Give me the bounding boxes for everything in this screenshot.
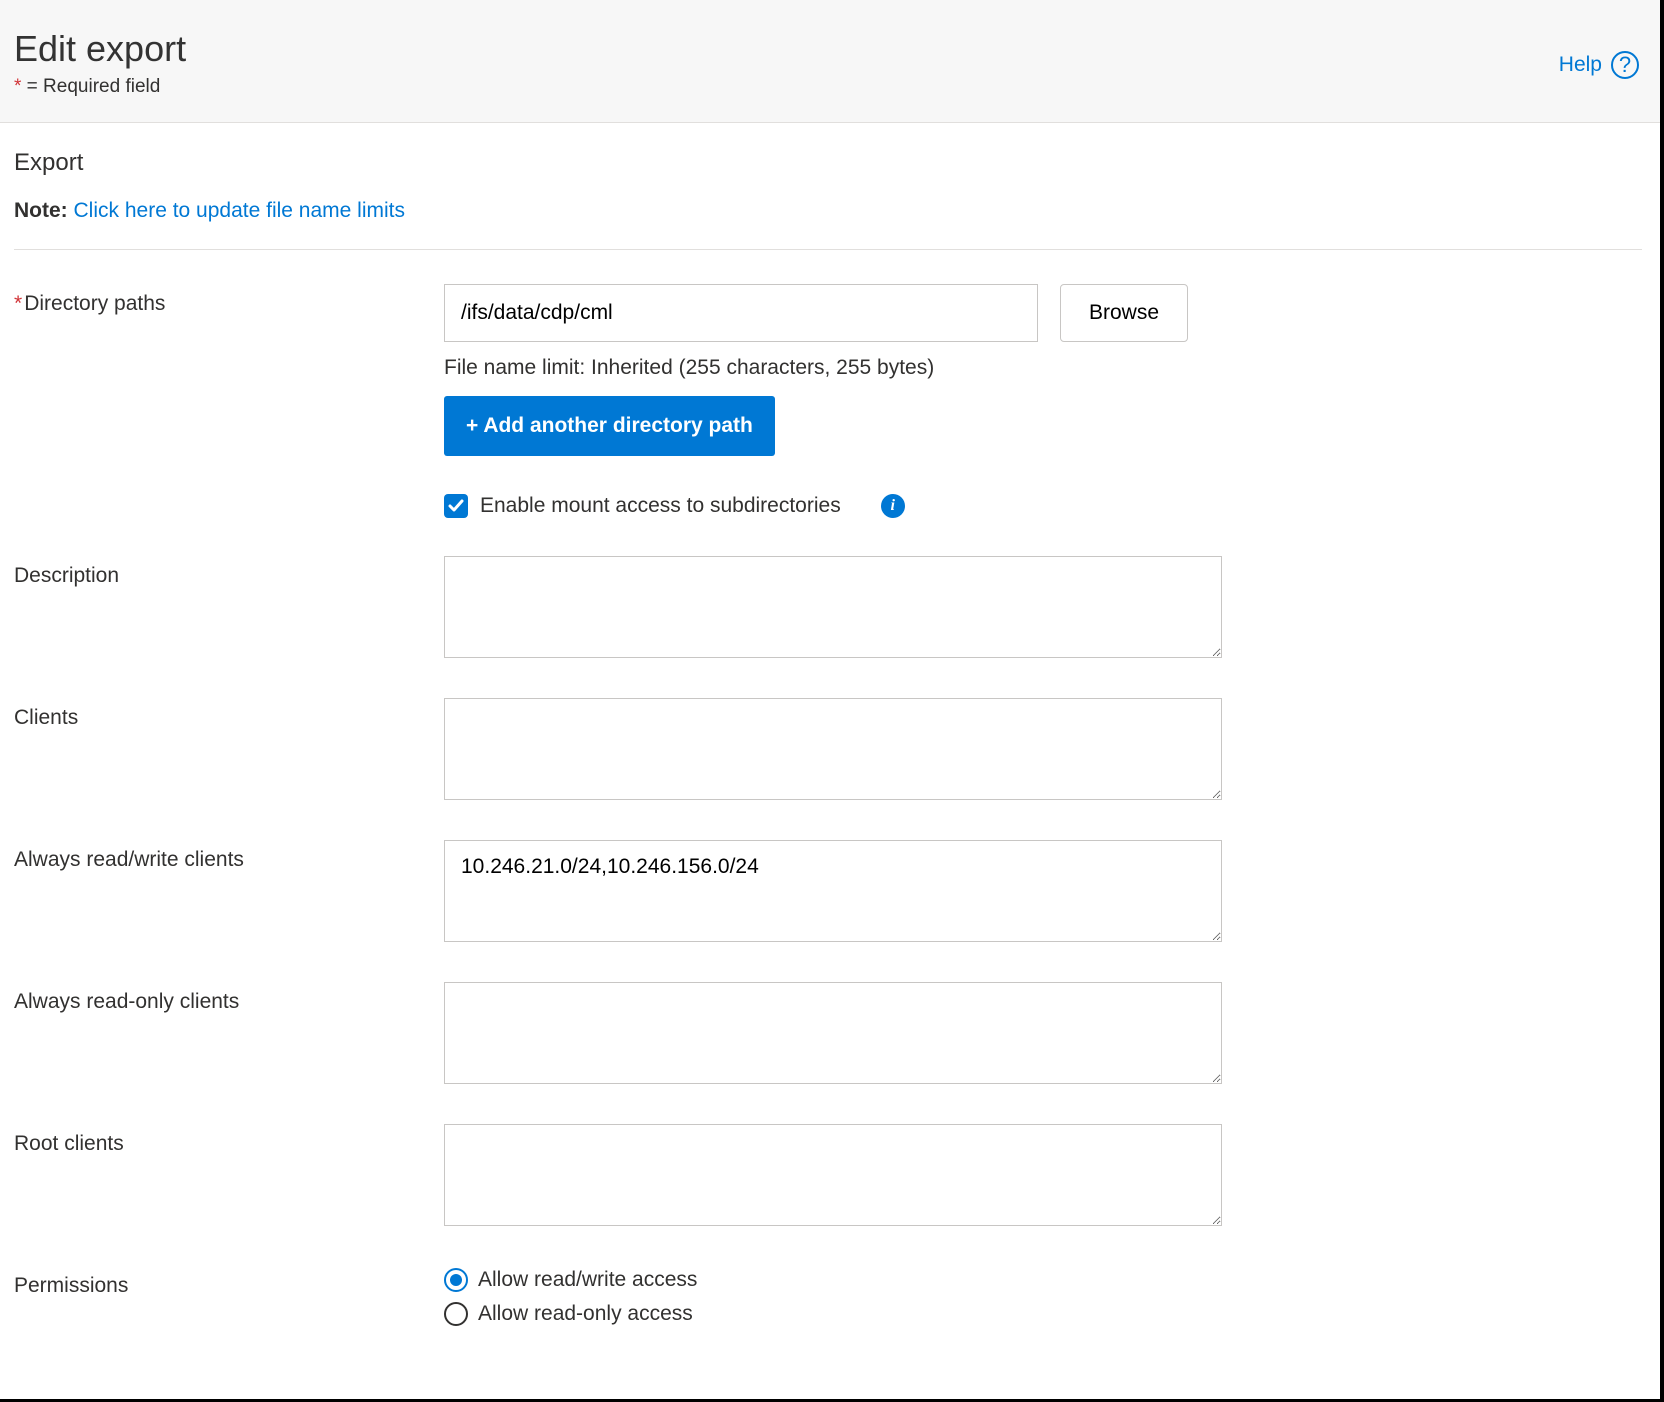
- note-row: Note: Click here to update file name lim…: [14, 199, 1642, 223]
- page-header: Edit export * = Required field Help ?: [0, 0, 1660, 123]
- permissions-option-ro[interactable]: Allow read-only access: [444, 1302, 697, 1326]
- radio-icon: [444, 1268, 468, 1292]
- content: Export Note: Click here to update file n…: [0, 123, 1660, 1356]
- help-label: Help: [1559, 53, 1602, 77]
- permissions-option-rw-label: Allow read/write access: [478, 1268, 697, 1292]
- required-text: = Required field: [21, 76, 160, 97]
- permissions-option-ro-label: Allow read-only access: [478, 1302, 693, 1326]
- form: *Directory paths Browse File name limit:…: [14, 250, 1642, 1326]
- info-icon[interactable]: i: [881, 494, 905, 518]
- browse-button[interactable]: Browse: [1060, 284, 1188, 342]
- directory-paths-control: Browse File name limit: Inherited (255 c…: [444, 284, 1188, 518]
- mount-access-row: Enable mount access to subdirectories i: [444, 494, 1188, 518]
- root-clients-textarea[interactable]: [444, 1124, 1222, 1226]
- ro-clients-label: Always read-only clients: [14, 982, 444, 1014]
- clients-textarea[interactable]: [444, 698, 1222, 800]
- edit-export-page: Edit export * = Required field Help ? Ex…: [0, 0, 1664, 1402]
- directory-paths-row: *Directory paths Browse File name limit:…: [14, 284, 1642, 518]
- mount-access-checkbox[interactable]: [444, 494, 468, 518]
- check-icon: [448, 498, 464, 514]
- note-prefix: Note:: [14, 199, 68, 222]
- required-field-note: * = Required field: [14, 76, 1648, 98]
- permissions-label: Permissions: [14, 1266, 444, 1298]
- path-row: Browse: [444, 284, 1188, 342]
- section-title: Export: [14, 149, 1642, 177]
- directory-paths-label-text: Directory paths: [24, 292, 165, 315]
- directory-paths-label: *Directory paths: [14, 284, 444, 316]
- root-clients-label: Root clients: [14, 1124, 444, 1156]
- clients-row: Clients: [14, 698, 1642, 806]
- svg-text:?: ?: [1619, 52, 1631, 77]
- directory-path-input[interactable]: [444, 284, 1038, 342]
- rw-clients-label: Always read/write clients: [14, 840, 444, 872]
- clients-label: Clients: [14, 698, 444, 730]
- permissions-option-rw[interactable]: Allow read/write access: [444, 1268, 697, 1292]
- radio-icon: [444, 1302, 468, 1326]
- required-asterisk: *: [14, 292, 22, 315]
- ro-clients-textarea[interactable]: [444, 982, 1222, 1084]
- description-label: Description: [14, 556, 444, 588]
- permissions-radio-group: Allow read/write access Allow read-only …: [444, 1266, 697, 1326]
- ro-clients-row: Always read-only clients: [14, 982, 1642, 1090]
- permissions-row: Permissions Allow read/write access Allo…: [14, 1266, 1642, 1326]
- mount-access-label: Enable mount access to subdirectories: [480, 494, 841, 518]
- file-name-limit-text: File name limit: Inherited (255 characte…: [444, 356, 1188, 380]
- page-title: Edit export: [14, 28, 1648, 70]
- root-clients-row: Root clients: [14, 1124, 1642, 1232]
- rw-clients-row: Always read/write clients 10.246.21.0/24…: [14, 840, 1642, 948]
- help-icon: ?: [1610, 50, 1640, 80]
- description-textarea[interactable]: [444, 556, 1222, 658]
- description-row: Description: [14, 556, 1642, 664]
- help-link[interactable]: Help ?: [1559, 50, 1640, 80]
- rw-clients-textarea[interactable]: 10.246.21.0/24,10.246.156.0/24: [444, 840, 1222, 942]
- file-name-limits-link[interactable]: Click here to update file name limits: [74, 199, 405, 222]
- add-directory-path-button[interactable]: + Add another directory path: [444, 396, 775, 456]
